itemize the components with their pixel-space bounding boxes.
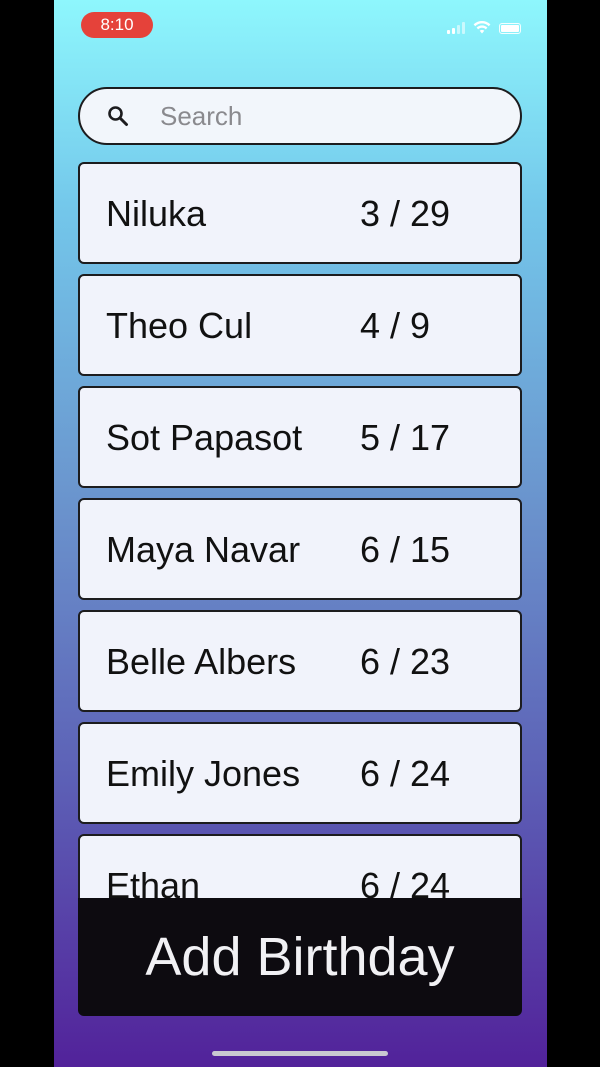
search-icon [106,101,140,131]
list-item[interactable]: Sot Papasot 5 / 17 [78,386,522,488]
battery-icon [499,23,521,34]
birthday-list: Niluka 3 / 29 Theo Cul 4 / 9 Sot Papasot… [78,162,522,946]
birthday-name: Emily Jones [106,753,301,794]
home-indicator[interactable] [212,1051,388,1056]
birthday-date: 5 / 17 [360,417,451,458]
birthday-name: Belle Albers [106,641,297,682]
birthday-date: 6 / 23 [360,641,451,682]
birthday-date: 6 / 24 [360,753,451,794]
list-item[interactable]: Maya Navar 6 / 15 [78,498,522,600]
wifi-icon [473,21,491,34]
birthday-date: 6 / 15 [360,529,451,570]
list-item[interactable]: Niluka 3 / 29 [78,162,522,264]
list-item[interactable]: Emily Jones 6 / 24 [78,722,522,824]
birthday-name: Sot Papasot [106,417,303,458]
status-time: 8:10 [81,12,153,38]
birthday-date: 4 / 9 [360,305,431,346]
app-screen: 8:10 Niluka 3 / 29 Theo Cul 4 / 9 [54,0,547,1067]
signal-icon [447,22,465,34]
list-item[interactable]: Belle Albers 6 / 23 [78,610,522,712]
list-item[interactable]: Theo Cul 4 / 9 [78,274,522,376]
birthday-date: 3 / 29 [360,193,451,234]
search-input[interactable] [158,99,502,133]
birthday-name: Theo Cul [106,305,253,346]
status-icons [447,18,521,34]
birthday-name: Niluka [106,193,207,234]
add-birthday-button[interactable]: Add Birthday [78,898,522,1016]
birthday-name: Maya Navar [106,529,301,570]
search-bar[interactable] [78,87,522,145]
